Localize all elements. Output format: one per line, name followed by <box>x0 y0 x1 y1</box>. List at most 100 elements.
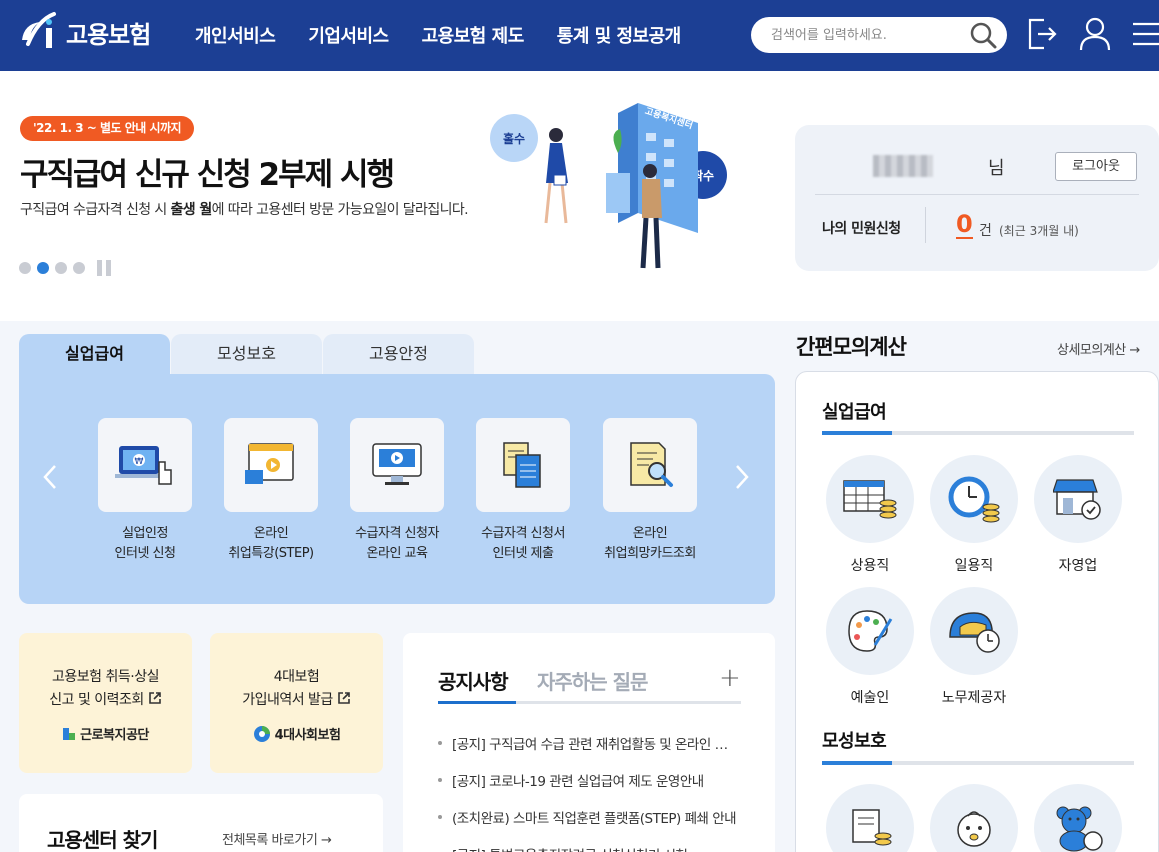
documents-icon <box>503 442 541 488</box>
palette-icon <box>848 610 893 652</box>
calc-item-maternity-2[interactable] <box>922 784 1026 852</box>
calendar-coins-icon <box>843 480 897 519</box>
service-label: 취업희망카드조회 <box>604 546 696 561</box>
notice-item[interactable]: [공지] 코로나-19 관련 실업급여 제도 운영안내 <box>438 770 738 790</box>
calc-item-maternity-1[interactable] <box>818 784 922 852</box>
calc-item-label: 상용직 <box>850 558 890 574</box>
monitor-play-icon <box>372 443 422 485</box>
center-list-link-label: 전체목록 바로가기 <box>222 833 318 848</box>
my-request-label: 나의 민원신청 <box>822 221 901 237</box>
notice-item[interactable]: [공지] 통변고용촉진장려금 신청신청기 시험 <box>438 844 738 852</box>
slide-dot-active[interactable] <box>37 262 49 274</box>
service-job-card-inquiry[interactable]: 온라인취업희망카드조회 <box>585 418 715 564</box>
site-logo[interactable]: 고용보험 <box>18 10 151 54</box>
svg-text:₩: ₩ <box>135 457 144 467</box>
calc-item-maternity-3[interactable] <box>1026 784 1130 852</box>
my-request-note: (최근 3개월 내) <box>999 224 1079 238</box>
service-online-lecture[interactable]: 온라인 취업특강(STEP) <box>206 418 336 564</box>
hero-illustration: 홀수 짝수 고용복지센터 <box>490 103 727 269</box>
user-name-masked <box>873 155 933 177</box>
service-label: 실업인정 <box>122 526 168 541</box>
calc-detail-link[interactable]: 상세모의계산 → <box>1057 339 1140 358</box>
service-application-submit[interactable]: 수급자격 신청서 인터넷 제출 <box>458 418 588 564</box>
service-icon-box <box>350 418 444 512</box>
logo-text: 고용보험 <box>66 20 151 49</box>
search-box <box>751 17 1007 53</box>
menu-icon[interactable] <box>1131 20 1159 48</box>
calc-section-maternity: 모성보호 <box>822 731 887 752</box>
notice-item[interactable]: (조치완료) 스마트 직업훈련 플랫폼(STEP) 폐쇄 안내 <box>438 807 738 827</box>
nav-business[interactable]: 기업서비스 <box>308 22 389 48</box>
notice-item[interactable]: [공지] 구직급여 수급 관련 재취업활동 및 온라인 교육 안내 <box>438 733 738 753</box>
teddy-bear-clock-icon <box>1056 806 1103 852</box>
arrow-right-icon: → <box>320 833 332 848</box>
tab-faq[interactable]: 자주하는 질문 <box>537 666 648 695</box>
section-underline <box>822 761 1134 765</box>
section-underline <box>822 431 1134 435</box>
logout-button[interactable]: 로그아웃 <box>1055 152 1137 181</box>
four-insurance-logo-icon <box>253 725 270 742</box>
document-coins-icon <box>852 809 892 846</box>
quick-card-text: 4대보험 <box>273 669 320 685</box>
main-nav: 개인서비스 기업서비스 고용보험 제도 통계 및 정보공개 <box>195 22 681 48</box>
chevron-left-icon[interactable] <box>41 462 59 492</box>
hero-period-badge: '22. 1. 3 ~ 별도 안내 시까지 <box>20 116 195 141</box>
user-icon[interactable] <box>1078 16 1112 52</box>
slide-dot[interactable] <box>19 262 31 274</box>
clock-coins-icon <box>948 476 1000 523</box>
service-unemployment-recognition[interactable]: ₩ 실업인정 인터넷 신청 <box>80 418 210 564</box>
pause-icon[interactable] <box>97 260 111 276</box>
slide-indicator <box>19 260 111 276</box>
center-list-link[interactable]: 전체목록 바로가기 → <box>222 829 332 848</box>
my-request-unit: 건 <box>979 223 992 239</box>
calc-title: 간편모의계산 <box>796 335 907 359</box>
calc-item-label: 일용직 <box>954 558 994 574</box>
comwel-logo-icon <box>63 727 76 740</box>
external-link-icon <box>337 692 350 704</box>
search-input[interactable] <box>771 25 961 45</box>
service-icon-box <box>603 418 697 512</box>
divider <box>925 207 926 243</box>
hero-desc-prefix: 구직급여 수급자격 신청 시 <box>20 202 171 218</box>
tab-notices[interactable]: 공지사항 <box>438 666 509 695</box>
chevron-right-icon[interactable] <box>733 462 751 492</box>
slide-dot[interactable] <box>55 262 67 274</box>
hero-title[interactable]: 구직급여 신규 신청 2부제 시행 <box>20 149 395 194</box>
calc-item-self-employed[interactable]: 자영업 <box>1026 455 1130 575</box>
calc-section-unemployment: 실업급여 <box>822 402 887 423</box>
service-panel: ₩ 실업인정 인터넷 신청 온라인 취업특강(STEP) 수급자격 신청자 온라… <box>19 374 775 604</box>
tab-unemployment[interactable]: 실업급여 <box>19 334 170 374</box>
calc-item-daily[interactable]: 일용직 <box>922 455 1026 575</box>
plus-icon[interactable]: + <box>719 663 741 693</box>
calc-item-labor-provider[interactable]: 노무제공자 <box>922 587 1026 707</box>
document-search-icon <box>630 442 673 487</box>
service-label: 온라인 <box>632 526 668 541</box>
logout-icon[interactable] <box>1026 16 1058 52</box>
service-label: 취업특강(STEP) <box>228 546 314 561</box>
search-icon[interactable] <box>969 21 997 49</box>
hero-description: 구직급여 수급자격 신청 시 출생 월에 따라 고용센터 방문 가능요일이 달라… <box>20 199 469 219</box>
quick-card-insurance-certificate[interactable]: 4대보험 가입내역서 발급 4대사회보험 <box>210 633 383 773</box>
store-icon <box>1053 479 1101 520</box>
video-lecture-icon <box>245 443 294 484</box>
slide-dot[interactable] <box>73 262 85 274</box>
calc-item-artist[interactable]: 예술인 <box>818 587 922 707</box>
service-label: 온라인 교육 <box>366 546 428 561</box>
nav-statistics[interactable]: 통계 및 정보공개 <box>557 22 681 48</box>
center-finder-card: 고용센터 찾기 전체목록 바로가기 → <box>19 794 383 852</box>
quick-card-text: 신고 및 이력조회 <box>49 692 144 708</box>
service-online-education[interactable]: 수급자격 신청자 온라인 교육 <box>332 418 462 564</box>
calc-item-label: 예술인 <box>850 690 890 706</box>
quick-card-insurance-history[interactable]: 고용보험 취득·상실 신고 및 이력조회 근로복지공단 <box>19 633 192 773</box>
calc-item-regular[interactable]: 상용직 <box>818 455 922 575</box>
org-name: 근로복지공단 <box>80 728 149 743</box>
nav-system[interactable]: 고용보험 제도 <box>422 22 525 48</box>
tab-employment-stability[interactable]: 고용안정 <box>323 334 474 374</box>
user-info-card: 님 로그아웃 나의 민원신청 0 건 (최근 3개월 내) <box>795 125 1159 271</box>
helmet-clock-icon <box>949 612 1000 653</box>
tab-maternity[interactable]: 모성보호 <box>171 334 322 374</box>
my-request-count[interactable]: 0 <box>956 211 973 239</box>
ei-logo-icon <box>22 12 56 48</box>
nav-personal[interactable]: 개인서비스 <box>195 22 276 48</box>
external-link-icon <box>148 692 161 704</box>
